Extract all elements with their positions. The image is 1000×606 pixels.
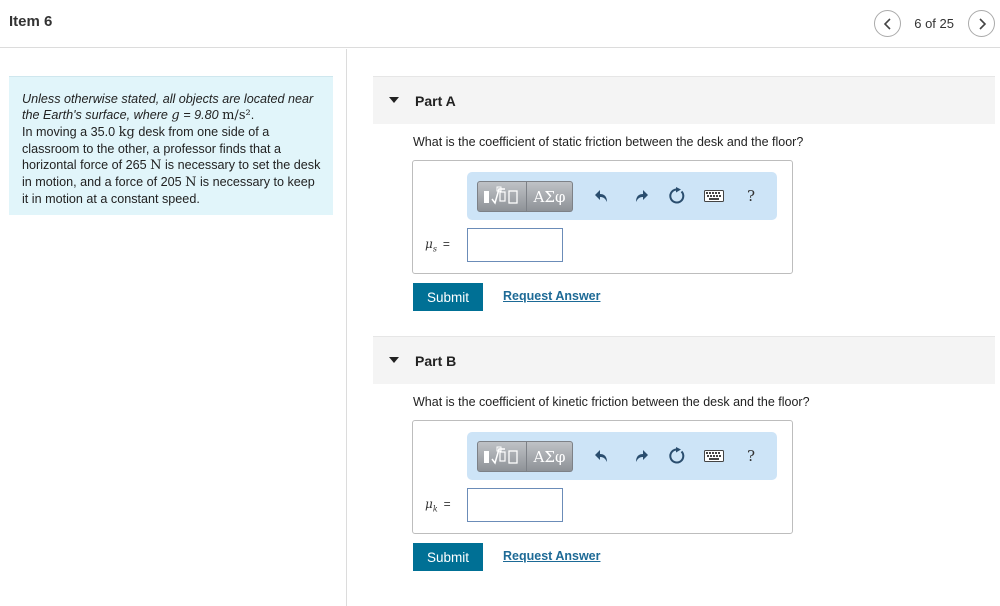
column-divider	[346, 49, 347, 606]
chevron-left-icon	[883, 17, 891, 30]
part-a-variable-label: μs =	[425, 237, 450, 253]
templates-button[interactable]	[477, 181, 527, 212]
templates-icon	[484, 186, 518, 205]
part-a-label: Part A	[415, 93, 456, 109]
help-button[interactable]: ?	[741, 186, 761, 206]
redo-icon	[636, 450, 648, 462]
keyboard-icon	[704, 450, 724, 462]
chevron-right-icon	[978, 17, 986, 30]
previous-item-button[interactable]	[874, 10, 902, 37]
equals-sign: =	[442, 237, 450, 251]
equals-sign: =	[443, 497, 451, 511]
redo-icon	[636, 190, 648, 202]
item-counter: 6 of 25	[914, 16, 954, 31]
reset-button[interactable]	[667, 446, 687, 466]
next-item-button[interactable]	[968, 10, 995, 37]
toolbar-button-group: ΑΣφ	[477, 441, 573, 472]
part-a-submit-button[interactable]: Submit	[413, 283, 483, 311]
redo-button[interactable]	[630, 446, 650, 466]
part-b-variable-label: μk =	[425, 497, 451, 513]
undo-icon	[595, 190, 607, 202]
problem-statement: Unless otherwise stated, all objects are…	[9, 76, 333, 215]
g-value: = 9.80	[183, 108, 219, 122]
undo-icon	[595, 450, 607, 462]
keyboard-button[interactable]	[704, 446, 724, 466]
part-a-question: What is the coefficient of static fricti…	[413, 135, 804, 149]
g-symbol: g	[171, 108, 180, 123]
unit-n-1: N	[150, 158, 162, 173]
item-title: Item 6	[9, 13, 53, 30]
item-navigation: 6 of 25	[874, 10, 995, 37]
math-toolbar: ΑΣφ ?	[467, 172, 777, 220]
part-b-answer-box: ΑΣφ ? μk =	[412, 420, 793, 534]
part-b-submit-button[interactable]: Submit	[413, 543, 483, 571]
part-a-header[interactable]: Part A	[373, 76, 995, 124]
templates-icon	[484, 446, 518, 465]
mu-symbol: μ	[425, 237, 433, 251]
part-a-request-answer-link[interactable]: Request Answer	[503, 289, 600, 303]
part-b-answer-input[interactable]	[467, 488, 563, 522]
collapse-triangle-icon[interactable]	[389, 97, 399, 103]
mu-symbol: μ	[425, 497, 433, 511]
redo-button[interactable]	[630, 186, 650, 206]
reset-icon	[669, 447, 685, 464]
reset-button[interactable]	[667, 186, 687, 206]
header: Item 6 6 of 25	[0, 0, 1000, 48]
part-b-label: Part B	[415, 353, 457, 369]
undo-button[interactable]	[593, 186, 613, 206]
part-b-request-answer-link[interactable]: Request Answer	[503, 549, 600, 563]
undo-button[interactable]	[593, 446, 613, 466]
greek-symbols-button[interactable]: ΑΣφ	[527, 181, 573, 212]
reset-icon	[669, 187, 685, 204]
part-a-answer-input[interactable]	[467, 228, 563, 262]
part-b-question: What is the coefficient of kinetic frict…	[413, 395, 810, 409]
g-end: .	[250, 108, 255, 122]
greek-symbols-button[interactable]: ΑΣφ	[527, 441, 573, 472]
toolbar-button-group: ΑΣφ	[477, 181, 573, 212]
unit-n-2: N	[185, 175, 197, 190]
unit-kg: kg	[118, 125, 135, 140]
part-a-answer-box: ΑΣφ ? μs =	[412, 160, 793, 274]
templates-button[interactable]	[477, 441, 527, 472]
mu-subscript: s	[432, 244, 437, 254]
math-toolbar: ΑΣφ ?	[467, 432, 777, 480]
g-unit: m/s²	[222, 108, 251, 123]
mu-subscript: k	[432, 504, 438, 514]
intro-text: Unless otherwise stated, all objects are…	[22, 92, 314, 122]
collapse-triangle-icon[interactable]	[389, 357, 399, 363]
keyboard-button[interactable]	[704, 186, 724, 206]
keyboard-icon	[704, 190, 724, 202]
problem-text-1: In moving a 35.0	[22, 125, 116, 139]
help-button[interactable]: ?	[741, 446, 761, 466]
part-b-header[interactable]: Part B	[373, 336, 995, 384]
